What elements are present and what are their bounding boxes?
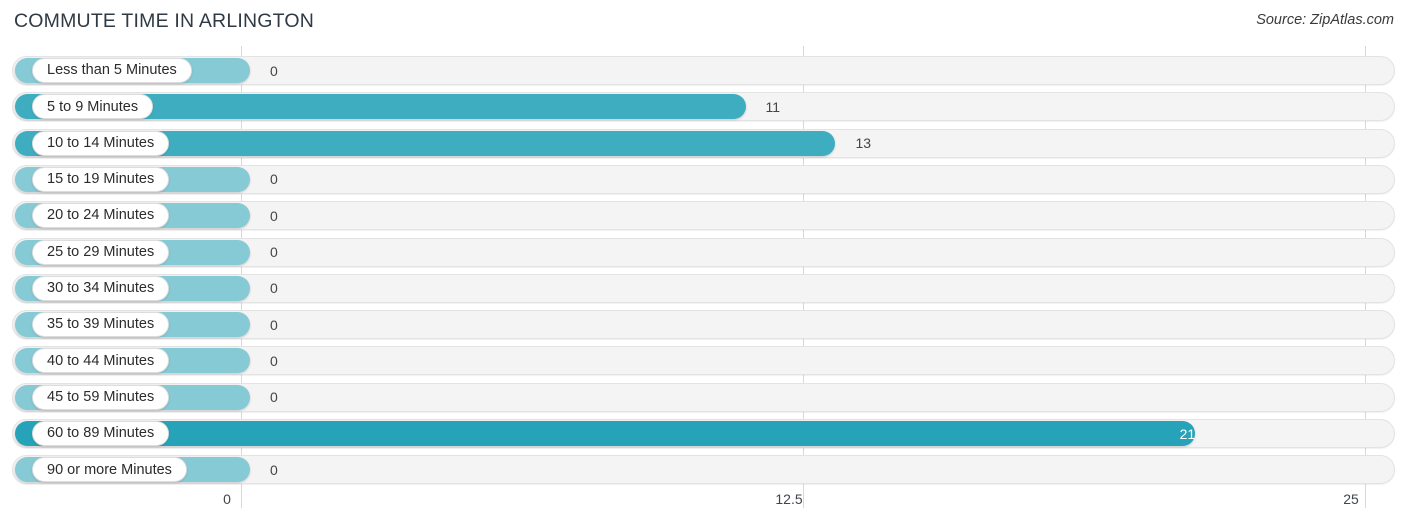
bar-value-label: 0: [270, 316, 278, 333]
bar-value-label: 0: [270, 171, 278, 188]
axis-tick-label: 12.5: [775, 491, 803, 507]
bar-label-pill: 90 or more Minutes: [32, 457, 187, 483]
axis-tick-mark: [803, 489, 804, 508]
axis-tick-label: 0: [223, 491, 231, 507]
bar-label: 20 to 24 Minutes: [47, 207, 155, 224]
bar-value-label: 11: [765, 98, 781, 115]
bar-row[interactable]: 25 to 29 Minutes 0: [12, 237, 1395, 267]
bar-value-label: 13: [855, 135, 872, 152]
plot-area: Less than 5 Minutes 0 5 to 9 Minutes 11 10 t…: [0, 46, 1406, 489]
bar-row[interactable]: 15 to 19 Minutes 0: [12, 164, 1395, 194]
bar[interactable]: [15, 421, 1196, 446]
bar-label-pill: 30 to 34 Minutes: [32, 275, 170, 301]
bar-label: 35 to 39 Minutes: [47, 316, 155, 333]
chart-header: COMMUTE TIME IN ARLINGTON Source: ZipAtl…: [0, 0, 1406, 46]
bar-label: 40 to 44 Minutes: [47, 352, 155, 369]
bar-label: 10 to 14 Minutes: [47, 134, 155, 151]
bar-row[interactable]: Less than 5 Minutes 0: [12, 56, 1395, 85]
axis-tick-mark: [241, 489, 242, 508]
bar-label-pill: 25 to 29 Minutes: [32, 239, 170, 265]
bar-row[interactable]: 30 to 34 Minutes 0: [12, 273, 1395, 303]
bar-value-label: 21: [1179, 425, 1196, 442]
x-axis: 0 12.5 25: [0, 489, 1406, 523]
bar-value-label: 0: [270, 62, 278, 79]
bar-label: 45 to 59 Minutes: [47, 388, 155, 405]
bar-label: 15 to 19 Minutes: [47, 171, 155, 188]
bar-label: 5 to 9 Minutes: [47, 98, 139, 115]
bar-value-label: 0: [270, 244, 278, 260]
bar-label-pill: 10 to 14 Minutes: [32, 130, 170, 156]
bar-label-pill: 15 to 19 Minutes: [32, 166, 170, 192]
bar-row[interactable]: 20 to 24 Minutes 0: [12, 201, 1395, 231]
bar-row[interactable]: 90 or more Minutes 0: [12, 455, 1395, 485]
bar-label-pill: 5 to 9 Minutes: [32, 94, 154, 120]
bar-label: 90 or more Minutes: [47, 461, 172, 478]
axis-tick-label: 25: [1343, 491, 1359, 507]
source-attribution: Source: ZipAtlas.com: [1256, 12, 1394, 28]
bar-label: 25 to 29 Minutes: [47, 243, 155, 260]
bar-label-pill: 40 to 44 Minutes: [32, 348, 170, 374]
bar-value-label: 0: [270, 352, 278, 369]
bar-row[interactable]: 10 to 14 Minutes 13: [12, 128, 1395, 158]
page-title: COMMUTE TIME IN ARLINGTON: [14, 10, 315, 32]
bar-label: 60 to 89 Minutes: [47, 425, 155, 442]
bar-row[interactable]: 60 to 89 Minutes 21: [12, 419, 1395, 448]
bar-label-pill: Less than 5 Minutes: [32, 58, 192, 83]
bar-row[interactable]: 35 to 39 Minutes 0: [12, 310, 1395, 340]
bar-label: 30 to 34 Minutes: [47, 280, 155, 297]
bar-row[interactable]: 45 to 59 Minutes 0: [12, 382, 1395, 412]
bar-value-label: 0: [270, 207, 278, 224]
bar-label-pill: 60 to 89 Minutes: [32, 421, 170, 446]
bar-rows: Less than 5 Minutes 0 5 to 9 Minutes 11 10 t…: [0, 46, 1406, 489]
bar-label-pill: 35 to 39 Minutes: [32, 312, 170, 338]
bar-value-label: 0: [270, 461, 278, 478]
bar-value-label: 0: [270, 389, 278, 406]
bar-row[interactable]: 5 to 9 Minutes 11: [12, 92, 1395, 122]
bar-label: Less than 5 Minutes: [47, 62, 177, 79]
bar-label-pill: 20 to 24 Minutes: [32, 203, 170, 229]
bar-row[interactable]: 40 to 44 Minutes 0: [12, 346, 1395, 376]
axis-tick-mark: [1365, 489, 1366, 508]
bar-label-pill: 45 to 59 Minutes: [32, 384, 170, 410]
bar-value-label: 0: [270, 280, 278, 297]
